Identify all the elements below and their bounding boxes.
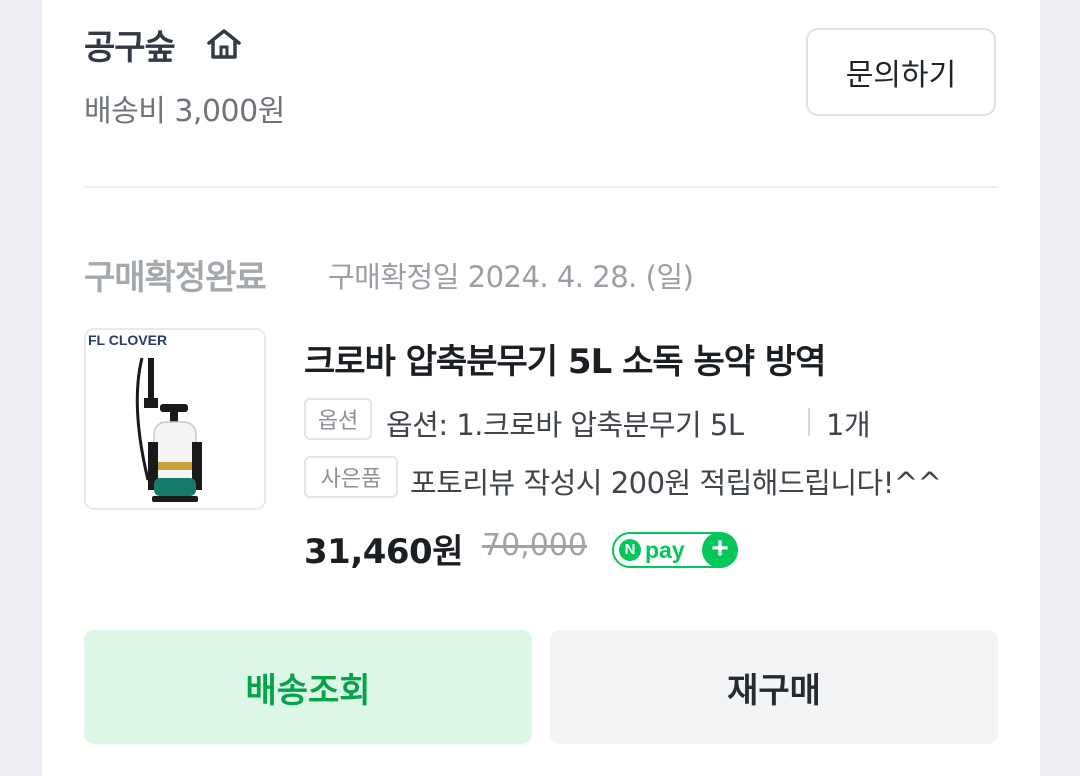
shipping-fee: 배송비 3,000원 [84,94,285,129]
store-name[interactable]: 공구숲 [84,20,176,69]
npay-n-icon: N [619,539,641,561]
inquiry-button[interactable]: 문의하기 [806,28,996,116]
track-delivery-button[interactable]: 배송조회 [84,630,532,744]
confirm-date: 구매확정일 2024. 4. 28. (일) [328,260,694,294]
divider [84,186,998,188]
npay-label: pay [645,537,685,563]
quantity: 1개 [826,408,871,442]
original-price: 70,000 [482,528,587,563]
home-icon[interactable] [204,26,244,62]
npay-plus-badge: N pay + [612,532,738,568]
gift-value: 포토리뷰 작성시 200원 적립해드립니다!^^ [410,466,942,500]
sprayer-image [135,357,202,502]
option-separator [808,408,810,436]
sale-price: 31,460원 [304,532,463,572]
option-tag: 옵션 [304,398,372,440]
rebuy-button[interactable]: 재구매 [550,630,998,744]
option-value: 옵션: 1.크로바 압축분무기 5L [386,408,744,442]
order-card: 공구숲 배송비 3,000원 문의하기 구매확정완료 구매확정일 2024. 4… [42,0,1040,776]
product-title[interactable]: 크로바 압축분무기 5L 소독 농약 방역 [304,334,826,383]
product-thumbnail[interactable]: FL CLOVER [84,328,266,510]
plus-icon: + [702,532,738,568]
order-status: 구매확정완료 [84,258,267,298]
gift-tag: 사은품 [304,456,398,498]
